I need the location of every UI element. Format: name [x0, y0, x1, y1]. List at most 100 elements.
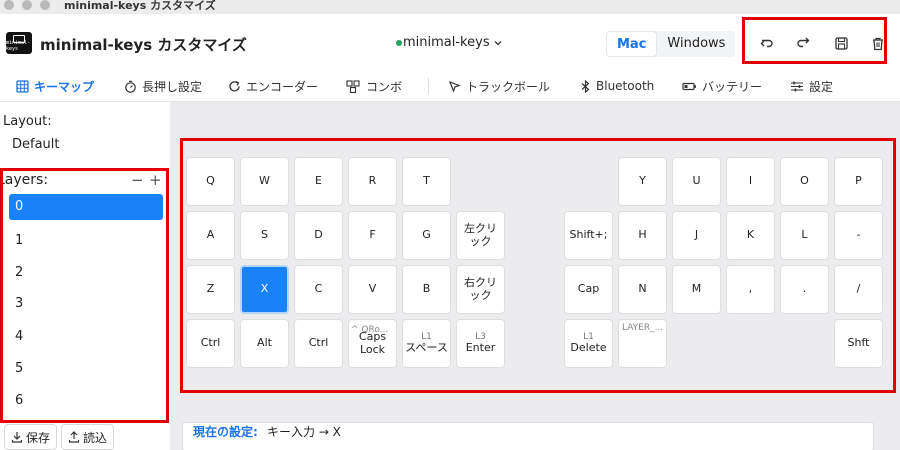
layers-label: Layers: [0, 172, 49, 188]
key-w[interactable]: W [240, 157, 289, 206]
key-f[interactable]: F [348, 211, 397, 260]
key-ctrl-left[interactable]: Ctrl [186, 319, 235, 368]
tab-hold-settings[interactable]: 長押し設定 [124, 76, 202, 96]
app-title: minimal-keys カスタマイズ [40, 36, 247, 54]
os-windows-button[interactable]: Windows [657, 31, 735, 57]
layout-value[interactable]: Default [12, 137, 60, 152]
minimize-window-button[interactable] [22, 0, 32, 10]
key-slash[interactable]: / [834, 265, 883, 314]
key-e[interactable]: E [294, 157, 343, 206]
key-o[interactable]: O [780, 157, 829, 206]
chevron-down-icon [494, 40, 502, 45]
key-alt[interactable]: Alt [240, 319, 289, 368]
add-layer-button[interactable]: + [149, 171, 162, 189]
keyboard-layout: Q W E R T Y U I O P A S D F G 左クリック Shif… [180, 138, 896, 393]
key-t[interactable]: T [402, 157, 451, 206]
export-save-button[interactable]: 保存 [4, 424, 58, 450]
close-window-button[interactable] [4, 0, 14, 10]
app-window: minimal-keys カスタマイズ minimal-keys minimal… [0, 0, 900, 450]
tab-trackball[interactable]: トラックボール [448, 76, 550, 96]
tab-label: エンコーダー [246, 79, 319, 94]
key-i[interactable]: I [726, 157, 775, 206]
tab-divider [428, 78, 429, 94]
key-m[interactable]: M [672, 265, 721, 314]
key-caps-lock[interactable]: ^ QRo... Caps Lock [348, 319, 397, 368]
tab-keymap[interactable]: キーマップ [16, 76, 94, 96]
tab-battery[interactable]: バッテリー [682, 76, 762, 96]
key-a[interactable]: A [186, 211, 235, 260]
key-s[interactable]: S [240, 211, 289, 260]
tab-encoder[interactable]: エンコーダー [228, 76, 318, 96]
key-l[interactable]: L [780, 211, 829, 260]
key-enter-l3[interactable]: L3 Enter [456, 319, 505, 368]
key-d[interactable]: D [294, 211, 343, 260]
key-cap[interactable]: Cap [564, 265, 613, 314]
tab-label: トラックボール [466, 79, 551, 94]
key-comma[interactable]: , [726, 265, 775, 314]
key-v[interactable]: V [348, 265, 397, 314]
key-c[interactable]: C [294, 265, 343, 314]
undo-icon[interactable] [756, 32, 778, 54]
key-ctrl[interactable]: Ctrl [294, 319, 343, 368]
zoom-window-button[interactable] [40, 0, 50, 10]
tab-settings[interactable]: 設定 [790, 76, 833, 96]
key-layer[interactable]: LAYER_... [618, 319, 667, 368]
key-space-l1[interactable]: L1 スペース [402, 319, 451, 368]
app-header: minimal-keys minimal-keys カスタマイズ minimal… [0, 14, 900, 70]
layer-item-0[interactable]: 0 [9, 194, 163, 220]
tab-label: 設定 [809, 79, 834, 94]
current-setting-label: 現在の設定: [193, 425, 258, 439]
key-u[interactable]: U [672, 157, 721, 206]
key-q[interactable]: Q [186, 157, 235, 206]
key-n[interactable]: N [618, 265, 667, 314]
key-minus[interactable]: - [834, 211, 883, 260]
upload-icon [68, 431, 80, 443]
remove-layer-button[interactable]: − [131, 171, 144, 189]
os-mac-button[interactable]: Mac [606, 31, 658, 57]
key-x[interactable]: X [240, 265, 289, 314]
key-h[interactable]: H [618, 211, 667, 260]
key-j[interactable]: J [672, 211, 721, 260]
key-r[interactable]: R [348, 157, 397, 206]
trash-icon[interactable] [867, 32, 889, 54]
timer-icon [125, 80, 136, 93]
bluetooth-icon [581, 79, 590, 93]
pointer-icon [448, 80, 461, 93]
key-y[interactable]: Y [618, 157, 667, 206]
save-icon[interactable] [830, 32, 852, 54]
key-shift[interactable]: Shft [834, 319, 883, 368]
keymap-editor: Q W E R T Y U I O P A S D F G 左クリック Shif… [170, 102, 900, 450]
key-g[interactable]: G [402, 211, 451, 260]
layer-item-6[interactable]: 6 [9, 388, 163, 414]
layer-item-3[interactable]: 3 [9, 291, 163, 317]
app-logo: minimal-keys [6, 32, 32, 54]
layer-item-2[interactable]: 2 [9, 260, 163, 286]
tab-label: コンボ [366, 79, 403, 94]
tab-bluetooth[interactable]: Bluetooth [580, 76, 654, 96]
current-setting-panel: 現在の設定: キー入力 → X [182, 422, 874, 450]
key-k[interactable]: K [726, 211, 775, 260]
layer-item-4[interactable]: 4 [9, 324, 163, 350]
layer-item-5[interactable]: 5 [9, 356, 163, 382]
redo-icon[interactable] [792, 32, 814, 54]
sliders-icon [791, 81, 803, 91]
download-icon [11, 432, 23, 443]
save-label: 保存 [26, 430, 51, 445]
history-toolbar [742, 17, 887, 64]
key-right-click[interactable]: 右クリック [456, 265, 505, 314]
key-delete-l1[interactable]: L1 Delete [564, 319, 613, 368]
battery-icon [682, 82, 696, 90]
keyboard-selector[interactable]: minimal-keys [396, 35, 503, 50]
layer-item-1[interactable]: 1 [9, 228, 163, 254]
key-period[interactable]: . [780, 265, 829, 314]
key-shift-semicolon[interactable]: Shift+; [564, 211, 613, 260]
tab-combo[interactable]: コンボ [346, 76, 402, 96]
key-b[interactable]: B [402, 265, 451, 314]
tab-label: バッテリー [702, 79, 763, 94]
key-left-click[interactable]: 左クリック [456, 211, 505, 260]
rotate-icon [229, 80, 240, 91]
layout-label: Layout: [3, 114, 52, 129]
key-z[interactable]: Z [186, 265, 235, 314]
import-load-button[interactable]: 読込 [61, 424, 115, 450]
key-p[interactable]: P [834, 157, 883, 206]
